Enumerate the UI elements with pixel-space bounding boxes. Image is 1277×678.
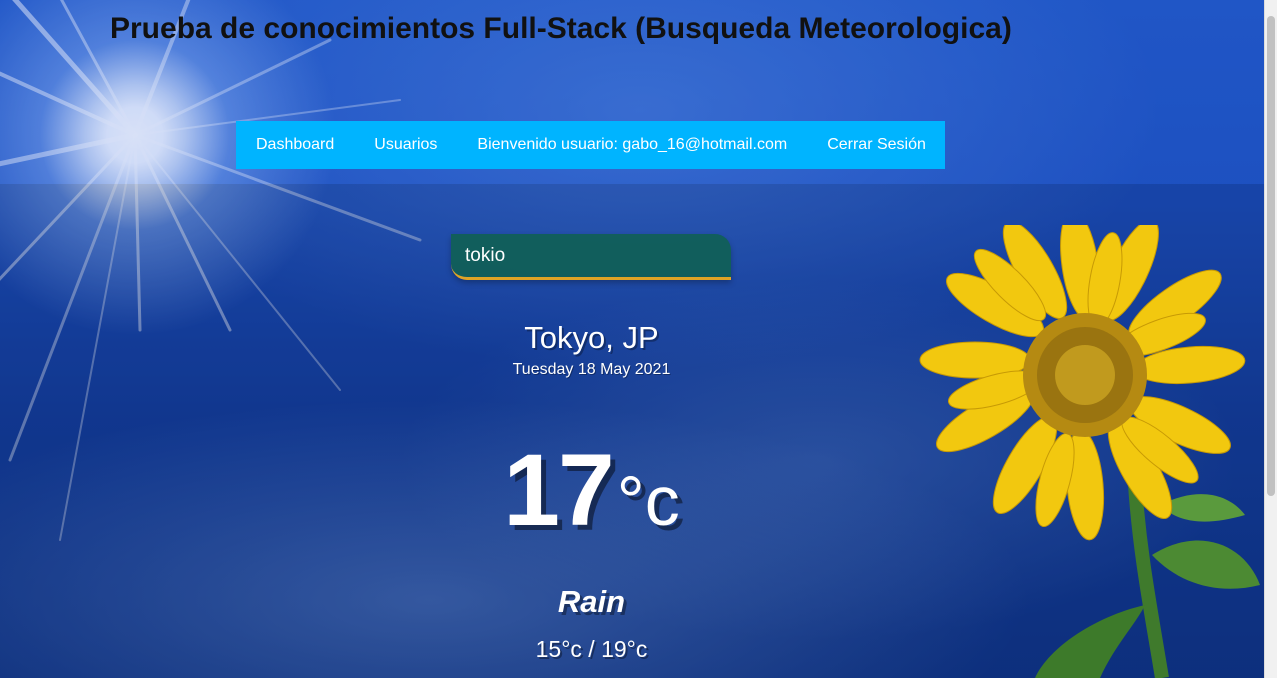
nav-dashboard-link[interactable]: Dashboard xyxy=(256,136,334,154)
city-search-input[interactable] xyxy=(451,234,731,280)
nav-logout-link[interactable]: Cerrar Sesión xyxy=(827,136,926,154)
scrollbar-thumb[interactable] xyxy=(1267,16,1275,496)
location-name: Tokyo, JP xyxy=(524,320,659,355)
nav-welcome-user[interactable]: Bienvenido usuario: gabo_16@hotmail.com xyxy=(477,136,787,154)
temperature-display: 17°c xyxy=(0,432,1183,549)
main-nav: Dashboard Usuarios Bienvenido usuario: g… xyxy=(236,121,945,169)
temperature-unit: °c xyxy=(616,462,680,540)
temperature-value: 17 xyxy=(503,433,614,547)
page-scrollbar[interactable] xyxy=(1264,0,1277,678)
nav-users-link[interactable]: Usuarios xyxy=(374,136,437,154)
temperature-range: 15°c / 19°c xyxy=(535,636,648,662)
weather-condition: Rain xyxy=(557,584,626,619)
page-title: Prueba de conocimientos Full-Stack (Busq… xyxy=(110,12,1012,45)
weather-page: Prueba de conocimientos Full-Stack (Busq… xyxy=(0,0,1277,678)
current-date: Tuesday 18 May 2021 xyxy=(512,361,671,378)
